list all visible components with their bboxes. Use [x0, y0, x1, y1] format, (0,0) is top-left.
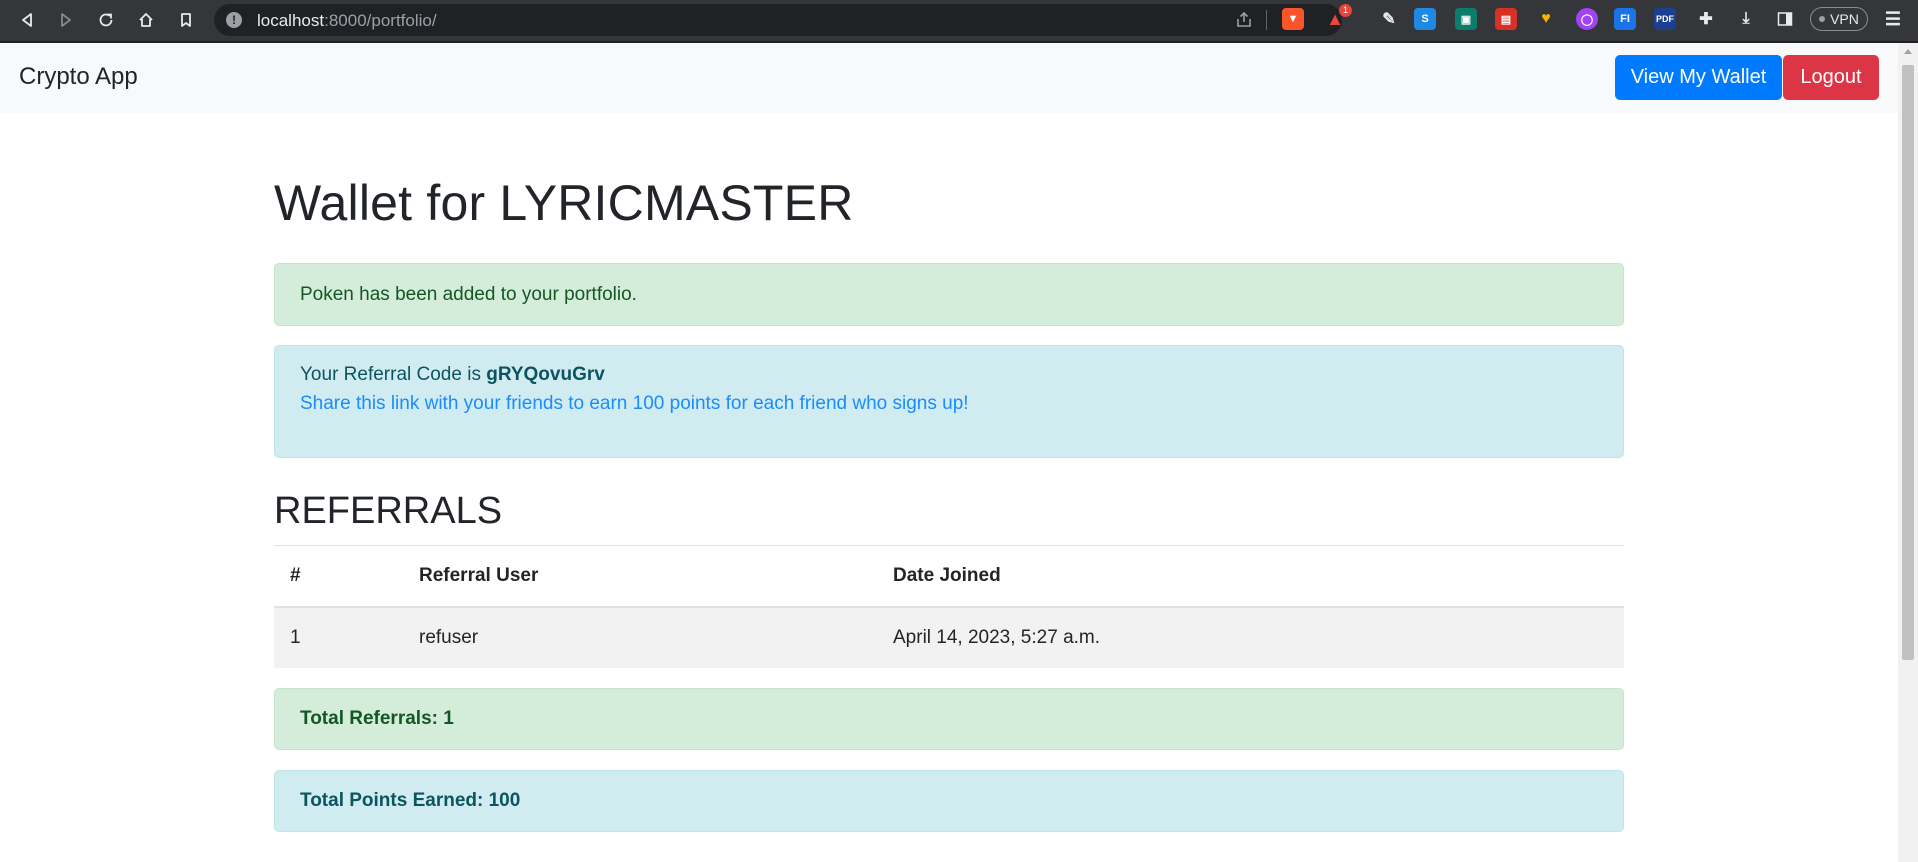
browser-toolbar: ! localhost:8000/portfolio/ ▼ ▲ 1 ✎ S ▣ … — [0, 0, 1918, 43]
sidebar-icon[interactable] — [1774, 8, 1796, 30]
header-index: # — [290, 564, 301, 586]
total-referrals: Total Referrals: 1 — [300, 708, 454, 729]
brave-shield-icon[interactable]: ▼ — [1282, 8, 1304, 30]
cell-referral-user: refuser — [419, 626, 479, 648]
trash-extension-icon[interactable]: ▤ — [1495, 8, 1517, 30]
bookmark-icon[interactable] — [173, 7, 199, 33]
success-alert: Poken has been added to your portfolio. — [274, 263, 1624, 326]
notification-badge: 1 — [1339, 4, 1352, 17]
pdf-extension-icon[interactable]: PDF — [1654, 8, 1676, 30]
forward-icon[interactable] — [53, 7, 79, 33]
reload-icon[interactable] — [93, 7, 119, 33]
s-extension-icon[interactable]: S — [1414, 8, 1436, 30]
share-link[interactable]: Share this link with your friends to ear… — [300, 393, 1598, 415]
omnibox-divider — [1266, 10, 1267, 30]
referrals-heading: REFERRALS — [274, 490, 503, 532]
logout-button[interactable]: Logout — [1783, 55, 1879, 100]
referrals-table: # Referral User Date Joined 1 refuser Ap… — [274, 545, 1624, 668]
table-row: 1 refuser April 14, 2023, 5:27 a.m. — [274, 606, 1624, 668]
download-icon[interactable]: ⤓ — [1735, 8, 1757, 30]
book-extension-icon[interactable]: ▣ — [1455, 8, 1477, 30]
total-points: Total Points Earned: 100 — [300, 790, 521, 811]
circle-extension-icon[interactable]: ◯ — [1576, 8, 1598, 30]
vpn-button[interactable]: VPN — [1810, 7, 1868, 31]
back-icon[interactable] — [14, 7, 40, 33]
table-header-row: # Referral User Date Joined — [274, 545, 1624, 607]
referral-code-label: Your Referral Code is — [300, 364, 487, 385]
referral-code-line: Your Referral Code is gRYQovuGrv — [300, 364, 1598, 386]
menu-icon[interactable]: ☰ — [1882, 8, 1904, 30]
total-referrals-alert: Total Referrals: 1 — [274, 688, 1624, 750]
vpn-status-dot — [1819, 16, 1826, 22]
site-info-icon[interactable]: ! — [226, 12, 242, 28]
referral-alert: Your Referral Code is gRYQovuGrv Share t… — [274, 345, 1624, 458]
brave-rewards-icon[interactable]: ▲ 1 — [1324, 4, 1352, 30]
extensions-puzzle-icon[interactable]: ✚ — [1695, 8, 1717, 30]
page-title: Wallet for LYRICMASTER — [274, 175, 854, 231]
header-date-joined: Date Joined — [893, 564, 1001, 586]
success-message: Poken has been added to your portfolio. — [300, 283, 637, 305]
pen-extension-icon[interactable]: ✎ — [1378, 8, 1400, 30]
cell-date-joined: April 14, 2023, 5:27 a.m. — [893, 626, 1101, 648]
cell-index: 1 — [290, 626, 301, 648]
brand-link[interactable]: Crypto App — [19, 63, 138, 91]
navbar: Crypto App View My Wallet Logout — [0, 43, 1898, 113]
scroll-up-icon[interactable] — [1904, 49, 1912, 54]
header-referral-user: Referral User — [419, 564, 539, 586]
fi-extension-icon[interactable]: FI — [1614, 8, 1636, 30]
url-text: localhost:8000/portfolio/ — [257, 11, 437, 30]
heart-extension-icon[interactable]: ♥ — [1535, 8, 1557, 30]
address-bar[interactable]: ! localhost:8000/portfolio/ — [214, 4, 1342, 36]
referral-code: gRYQovuGrv — [486, 364, 605, 385]
view-wallet-button[interactable]: View My Wallet — [1615, 55, 1782, 100]
page-scrollbar[interactable] — [1898, 43, 1918, 862]
total-points-alert: Total Points Earned: 100 — [274, 770, 1624, 832]
home-icon[interactable] — [133, 7, 159, 33]
scrollbar-thumb[interactable] — [1902, 65, 1914, 660]
share-icon[interactable] — [1234, 10, 1254, 30]
